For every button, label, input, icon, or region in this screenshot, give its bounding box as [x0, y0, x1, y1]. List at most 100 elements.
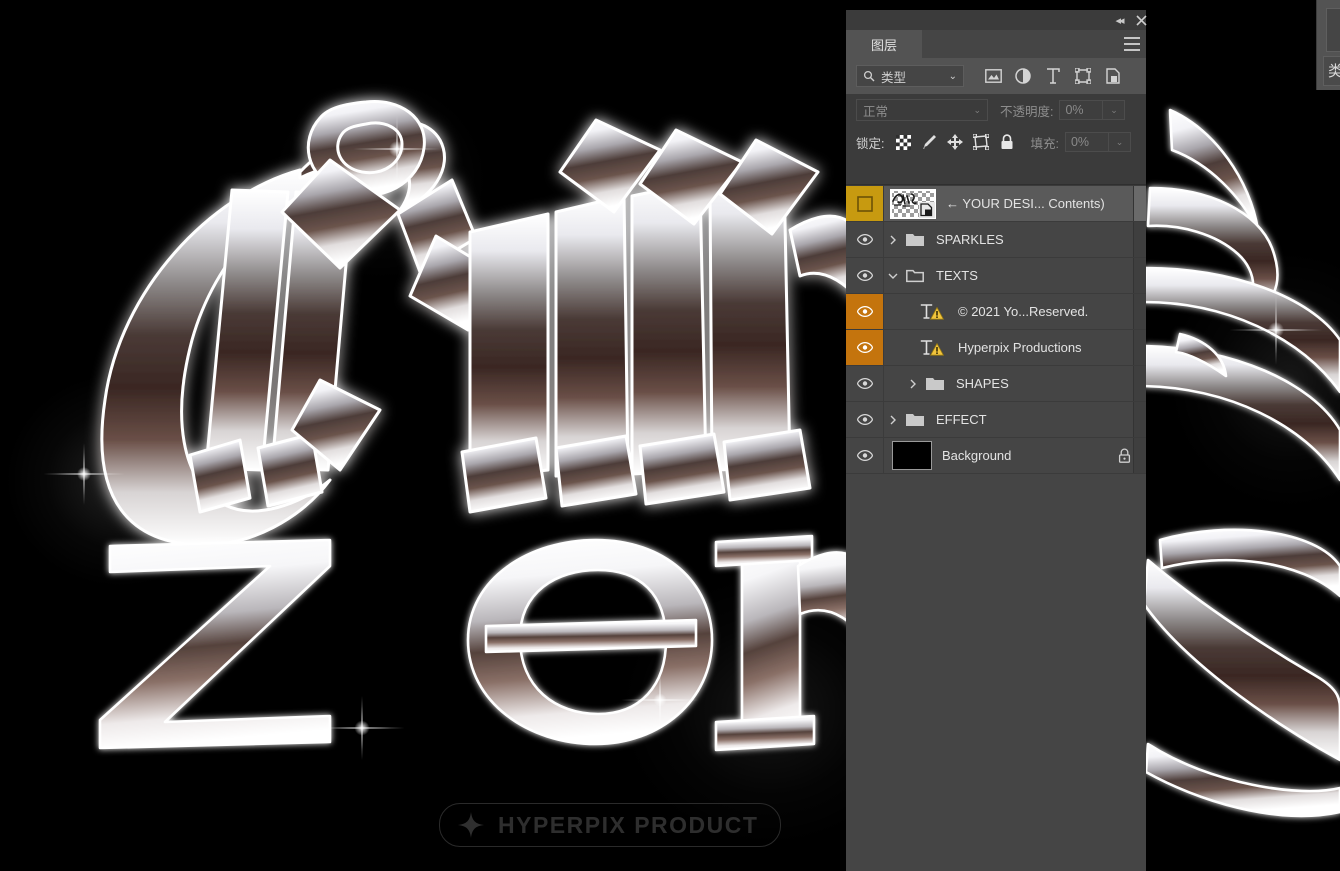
folder-icon: [904, 409, 926, 431]
group-expand-toggle[interactable]: [884, 272, 902, 280]
layer-row-body[interactable]: TEXTS: [884, 258, 1146, 293]
layer-row[interactable]: EFFECT: [846, 402, 1146, 438]
smart-object-badge-icon: [919, 201, 935, 218]
folder-icon: [904, 229, 926, 251]
blend-mode-row: 正常 ⌄ 不透明度: 0% ⌄: [846, 94, 1146, 126]
group-expand-toggle[interactable]: [884, 415, 902, 425]
close-panel-button[interactable]: [1130, 10, 1152, 30]
layer-row-body[interactable]: © 2021 Yo...Reserved.: [884, 294, 1146, 329]
lock-label: 锁定:: [856, 136, 885, 151]
layer-name: Background: [942, 448, 1012, 463]
layer-visibility-toggle[interactable]: [846, 222, 884, 257]
layer-visibility-toggle[interactable]: [846, 438, 884, 473]
layer-name: ← YOUR DESI... Contents): [946, 196, 1105, 211]
layer-row[interactable]: SHAPES: [846, 366, 1146, 402]
group-expand-toggle[interactable]: [904, 379, 922, 389]
hamburger-line: [1124, 37, 1140, 39]
layer-row-body[interactable]: ← YOUR DESI... Contents): [884, 186, 1146, 221]
layer-row[interactable]: Background: [846, 438, 1146, 474]
filter-kind-label: 类型: [881, 70, 907, 85]
layer-visibility-toggle[interactable]: [846, 294, 884, 329]
collapsed-panel-slot-bottom[interactable]: 类: [1323, 56, 1340, 86]
collapse-panel-button[interactable]: ◂◂: [1108, 10, 1130, 30]
layer-visibility-toggle[interactable]: [846, 330, 884, 365]
layer-row[interactable]: SPARKLES: [846, 222, 1146, 258]
layer-row-body[interactable]: EFFECT: [884, 402, 1146, 437]
layer-row-edge: [1133, 330, 1146, 365]
square-outline-icon: [856, 195, 873, 212]
close-icon: [1135, 14, 1147, 26]
layer-row[interactable]: © 2021 Yo...Reserved.: [846, 294, 1146, 330]
folder-icon: [924, 373, 946, 395]
layer-row-edge: [1133, 294, 1146, 329]
collapsed-panel-slot-top[interactable]: [1326, 8, 1340, 52]
smart-object-filter-icon[interactable]: [1098, 64, 1128, 88]
type-layer-filter-icon[interactable]: [1038, 64, 1068, 88]
group-expand-toggle[interactable]: [884, 235, 902, 245]
pixel-layer-filter-icon[interactable]: [978, 64, 1008, 88]
type-layer-icon: [920, 303, 946, 321]
fill-input[interactable]: 0%: [1064, 132, 1109, 152]
adjustment-layer-filter-icon[interactable]: [1008, 64, 1038, 88]
opacity-input[interactable]: 0%: [1059, 100, 1104, 120]
layer-name: SPARKLES: [936, 232, 1004, 247]
layer-row[interactable]: TEXTS: [846, 258, 1146, 294]
folder-icon: [906, 234, 924, 246]
missing-font-warning-icon: [930, 306, 944, 320]
layer-row-body[interactable]: Hyperpix Productions: [884, 330, 1146, 365]
panel-menu-button[interactable]: [1124, 37, 1140, 51]
layer-visibility-toggle[interactable]: [846, 186, 884, 221]
lock-position-icon[interactable]: [942, 131, 968, 153]
thumbnail-artwork: [892, 192, 917, 207]
tab-layers[interactable]: 图层: [846, 30, 922, 58]
search-icon: [863, 70, 875, 82]
eye-icon: [856, 270, 873, 281]
blend-mode-select[interactable]: 正常 ⌄: [856, 99, 988, 121]
photoshop-window: HYPERPIX PRODUCT 类 ◂◂ 图层: [0, 0, 1340, 871]
layer-row[interactable]: ← YOUR DESI... Contents): [846, 186, 1146, 222]
layer-visibility-toggle[interactable]: [846, 402, 884, 437]
lock-artboard-nesting-icon[interactable]: [968, 131, 994, 153]
layer-row-edge: [1133, 402, 1146, 437]
fill-stepper[interactable]: ⌄: [1108, 132, 1131, 152]
layer-row-body[interactable]: Background: [884, 438, 1146, 473]
filter-kind-select[interactable]: 类型 ⌄: [856, 65, 964, 87]
layer-row[interactable]: Hyperpix Productions: [846, 330, 1146, 366]
panel-titlebar: ◂◂: [846, 10, 1147, 30]
lock-row: 锁定: 填充: 0% ⌄: [846, 126, 1146, 158]
type-layer-icon: [920, 301, 948, 323]
layer-visibility-toggle[interactable]: [846, 366, 884, 401]
folder-icon: [906, 414, 924, 426]
lock-transparent-pixels-icon[interactable]: [890, 131, 916, 153]
artwork-badge-text: HYPERPIX PRODUCT: [498, 811, 759, 838]
missing-font-warning-icon: [930, 342, 944, 356]
layer-row-body[interactable]: SPARKLES: [884, 222, 1146, 257]
layer-list[interactable]: ← YOUR DESI... Contents) SPARKLES TEXTS © 2…: [846, 186, 1146, 871]
lock-all-icon[interactable]: [994, 131, 1020, 153]
folder-open-icon: [906, 269, 924, 283]
chevron-right-icon: [890, 235, 896, 244]
layer-lock-indicator: [1114, 448, 1134, 463]
layer-visibility-toggle[interactable]: [846, 258, 884, 293]
layer-name: Hyperpix Productions: [958, 340, 1082, 355]
filter-type-icons: [978, 64, 1128, 88]
eye-icon: [856, 414, 873, 425]
chevron-down-icon: [888, 273, 898, 279]
lock-icon: [1118, 448, 1130, 463]
lock-image-pixels-icon[interactable]: [916, 131, 942, 153]
layer-row-body[interactable]: SHAPES: [884, 366, 1146, 401]
eye-icon: [856, 342, 873, 353]
fill-label: 填充:: [1030, 136, 1059, 151]
shape-layer-filter-icon[interactable]: [1068, 64, 1098, 88]
layer-name: © 2021 Yo...Reserved.: [958, 304, 1089, 319]
collapsed-panel-stub[interactable]: 类: [1316, 0, 1340, 90]
layer-thumbnail[interactable]: [892, 441, 932, 470]
layer-thumbnail[interactable]: [890, 188, 936, 219]
eye-icon: [856, 306, 873, 317]
chevron-right-icon: [910, 379, 916, 388]
folder-icon: [926, 378, 944, 390]
eye-icon: [856, 234, 873, 245]
layer-row-edge: [1133, 222, 1146, 257]
panel-divider: [846, 184, 1146, 185]
opacity-stepper[interactable]: ⌄: [1103, 100, 1126, 120]
